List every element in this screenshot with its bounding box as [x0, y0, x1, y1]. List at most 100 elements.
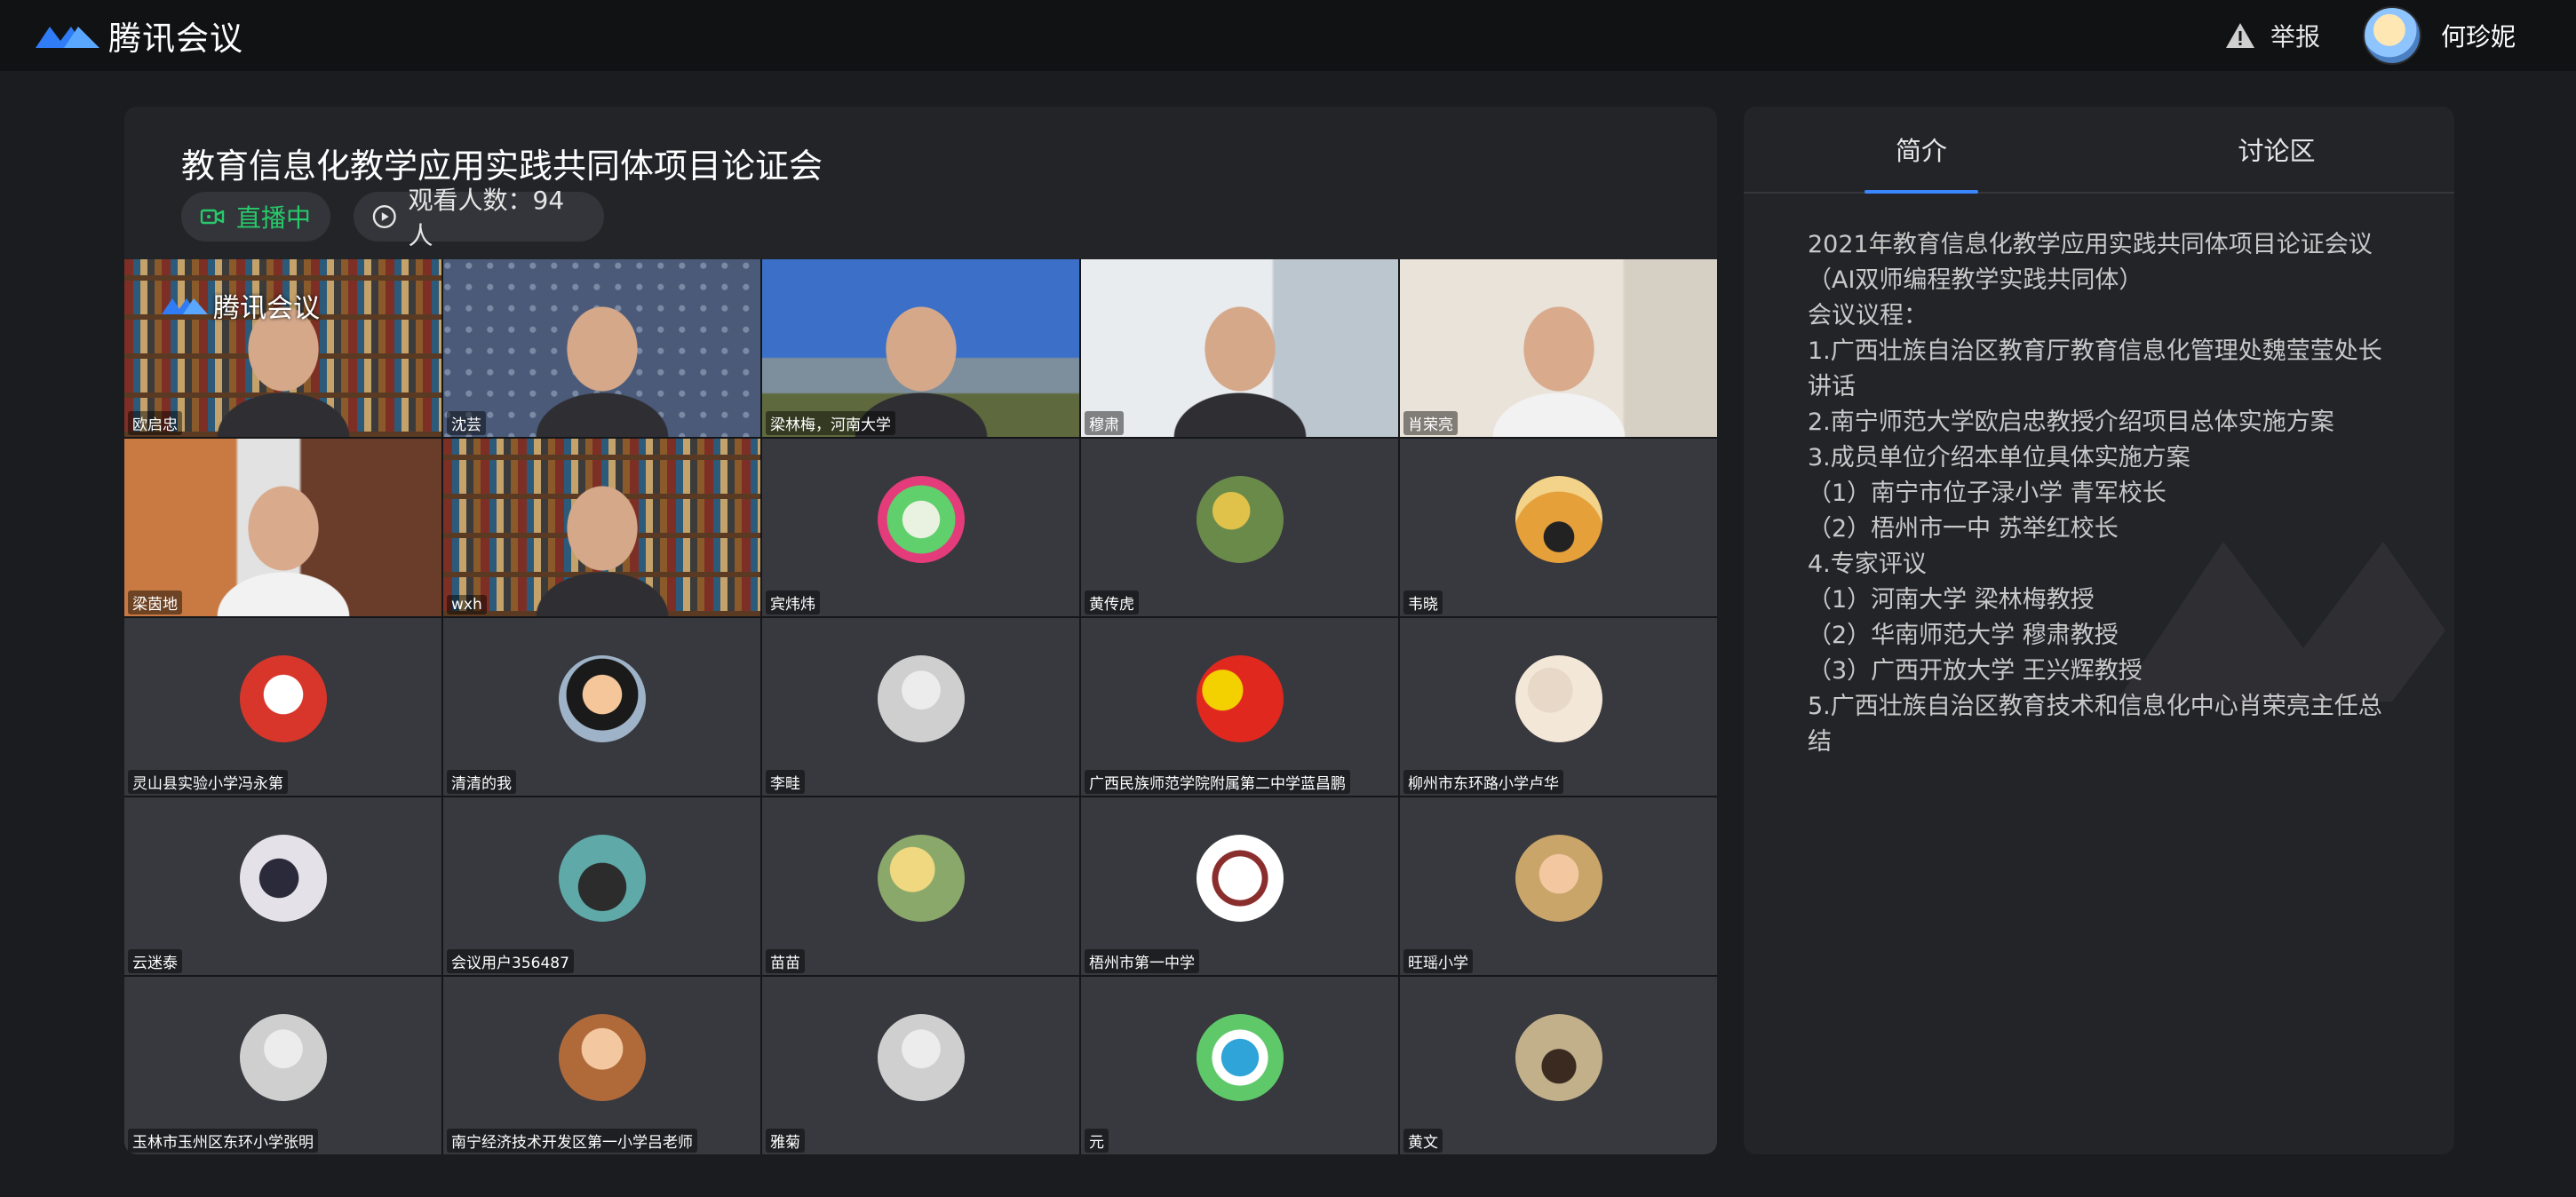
participant-tile[interactable]: 肖荣亮	[1400, 259, 1717, 437]
meeting-title: 教育信息化教学应用实践共同体项目论证会	[181, 147, 823, 186]
participant-name: 苗苗	[766, 949, 805, 973]
tile-overlay-logo-text: 腾讯会议	[213, 293, 320, 324]
participant-name: 梁茵地	[128, 591, 182, 614]
participant-name: 李畦	[766, 770, 805, 794]
participant-avatar	[558, 655, 646, 742]
participant-tile[interactable]: 柳州市东环路小学卢华	[1400, 618, 1717, 796]
participant-avatar	[558, 835, 646, 922]
tab-discussion[interactable]: 讨论区	[2099, 107, 2454, 192]
intro-line: 1.广西壮族自治区教育厅教育信息化管理处魏莹莹处长 讲话	[1808, 337, 2382, 400]
participant-name: 宾炜炜	[766, 591, 820, 614]
participant-avatar	[1515, 476, 1602, 563]
video-camera-icon	[200, 209, 225, 225]
participant-figure	[535, 304, 669, 437]
live-status-chip[interactable]: 直播中	[181, 192, 330, 242]
app-title: 腾讯会议	[108, 20, 243, 58]
participant-name: 会议用户356487	[447, 949, 574, 973]
participant-video	[124, 439, 441, 616]
video-panel: 教育信息化教学应用实践共同体项目论证会 直播中 观看人数：94人 腾讯会议欧启忠…	[124, 107, 1717, 1154]
participant-name: 旺瑶小学	[1403, 949, 1473, 973]
participant-tile[interactable]: 梧州市第一中学	[1081, 797, 1398, 975]
participant-name: 玉林市玉州区东环小学张明	[128, 1129, 318, 1153]
participant-tile[interactable]: 广西民族师范学院附属第二中学蓝昌鹏	[1081, 618, 1398, 796]
participant-name: 雅菊	[766, 1129, 805, 1153]
viewers-chip[interactable]: 观看人数：94人	[354, 186, 604, 250]
participant-avatar	[1515, 655, 1602, 742]
participant-tile[interactable]: 梁茵地	[124, 439, 441, 616]
participant-avatar	[1196, 655, 1284, 742]
report-button[interactable]: 举报	[2224, 18, 2320, 53]
tencent-meeting-logo-icon	[36, 27, 99, 48]
participant-figure	[1491, 304, 1626, 437]
participant-tile[interactable]: 梁林梅，河南大学	[762, 259, 1079, 437]
warning-icon	[2225, 23, 2254, 48]
participant-name: 南宁经济技术开发区第一小学吕老师	[447, 1129, 697, 1153]
intro-line: 2.南宁师范大学欧启忠教授介绍项目总体实施方案	[1808, 408, 2334, 436]
participant-figure	[1173, 304, 1307, 437]
participant-tile[interactable]: 南宁经济技术开发区第一小学吕老师	[443, 977, 760, 1154]
participant-avatar	[877, 1014, 965, 1101]
intro-line: 2021年教育信息化教学应用实践共同体项目论证会议（AI双师编程教学实践共同体）	[1808, 231, 2373, 294]
tile-overlay-logo: 腾讯会议	[160, 286, 320, 325]
participant-tile[interactable]: 黄传虎	[1081, 439, 1398, 616]
participant-name: 元	[1085, 1129, 1109, 1153]
participant-video	[1400, 259, 1717, 437]
watermark-logo-icon	[2117, 542, 2445, 702]
participant-name: 广西民族师范学院附属第二中学蓝昌鹏	[1085, 770, 1350, 794]
participant-name: 黄文	[1403, 1129, 1443, 1153]
participant-figure	[535, 483, 669, 616]
participant-name: 欧启忠	[128, 411, 182, 435]
participant-name: wxh	[447, 595, 487, 614]
participant-tile[interactable]: 宾炜炜	[762, 439, 1079, 616]
side-panel: 简介 讨论区 2021年教育信息化教学应用实践共同体项目论证会议（AI双师编程教…	[1744, 107, 2454, 1154]
participant-tile[interactable]: 雅菊	[762, 977, 1079, 1154]
participant-name: 灵山县实验小学冯永第	[128, 770, 288, 794]
participant-avatar	[239, 1014, 327, 1101]
participant-tile[interactable]: 李畦	[762, 618, 1079, 796]
participant-name: 黄传虎	[1085, 591, 1139, 614]
participant-tile[interactable]: 腾讯会议欧启忠	[124, 259, 441, 437]
participant-tile[interactable]: 韦晓	[1400, 439, 1717, 616]
participant-name: 肖荣亮	[1403, 411, 1458, 435]
live-label: 直播中	[236, 203, 312, 233]
participant-name: 梧州市第一中学	[1085, 949, 1199, 973]
participant-tile[interactable]: 玉林市玉州区东环小学张明	[124, 977, 441, 1154]
participant-name: 清清的我	[447, 770, 516, 794]
participant-grid: 腾讯会议 欧启忠 沈芸 梁林梅，河南大学 穆肃 肖荣亮 梁茵地 wxh 宾炜炜 黄传虎 韦晓 灵山县实…	[124, 259, 1717, 1154]
participant-avatar	[1515, 835, 1602, 922]
participant-video	[443, 439, 760, 616]
participant-tile[interactable]: 苗苗	[762, 797, 1079, 975]
participant-name: 柳州市东环路小学卢华	[1403, 770, 1563, 794]
participant-avatar	[239, 835, 327, 922]
participant-tile[interactable]: 沈芸	[443, 259, 760, 437]
participant-name: 穆肃	[1085, 411, 1124, 435]
participant-tile[interactable]: 旺瑶小学	[1400, 797, 1717, 975]
participant-tile[interactable]: 黄文	[1400, 977, 1717, 1154]
participant-avatar	[1196, 835, 1284, 922]
participant-tile[interactable]: 灵山县实验小学冯永第	[124, 618, 441, 796]
participant-avatar	[239, 655, 327, 742]
tab-intro[interactable]: 简介	[1744, 107, 2099, 194]
participant-avatar	[1196, 1014, 1284, 1101]
topbar-right: 举报 何珍妮	[2224, 6, 2544, 65]
participant-video	[443, 259, 760, 437]
participant-tile[interactable]: 元	[1081, 977, 1398, 1154]
play-circle-icon	[372, 205, 396, 228]
participant-tile[interactable]: 穆肃	[1081, 259, 1398, 437]
participant-avatar	[877, 476, 965, 563]
intro-line: 3.成员单位介绍本单位具体实施方案	[1808, 444, 2190, 472]
participant-tile[interactable]: 云迷泰	[124, 797, 441, 975]
participant-name: 云迷泰	[128, 949, 182, 973]
tencent-meeting-logo-icon	[162, 298, 208, 314]
side-tabs: 简介 讨论区	[1744, 107, 2454, 194]
participant-tile[interactable]: 会议用户356487	[443, 797, 760, 975]
user-menu[interactable]: 何珍妮	[2362, 6, 2544, 65]
participant-tile[interactable]: wxh	[443, 439, 760, 616]
participant-name: 梁林梅，河南大学	[766, 411, 895, 435]
participant-tile[interactable]: 清清的我	[443, 618, 760, 796]
participant-video	[1081, 259, 1398, 437]
participant-figure	[216, 483, 350, 616]
intro-line: 会议议程：	[1808, 302, 1928, 329]
user-name: 何珍妮	[2440, 22, 2516, 52]
participant-avatar	[558, 1014, 646, 1101]
